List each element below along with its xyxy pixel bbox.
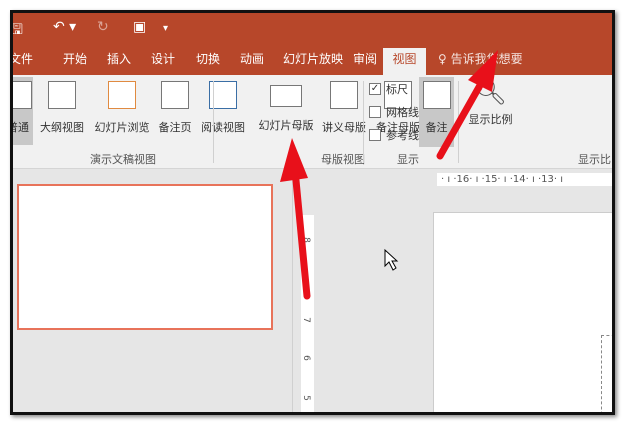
red-arrow-slide-master: [280, 138, 311, 300]
red-arrow-view-tab: [436, 50, 498, 160]
mouse-cursor-icon: [384, 248, 399, 271]
annotation-overlay: [280, 50, 498, 300]
